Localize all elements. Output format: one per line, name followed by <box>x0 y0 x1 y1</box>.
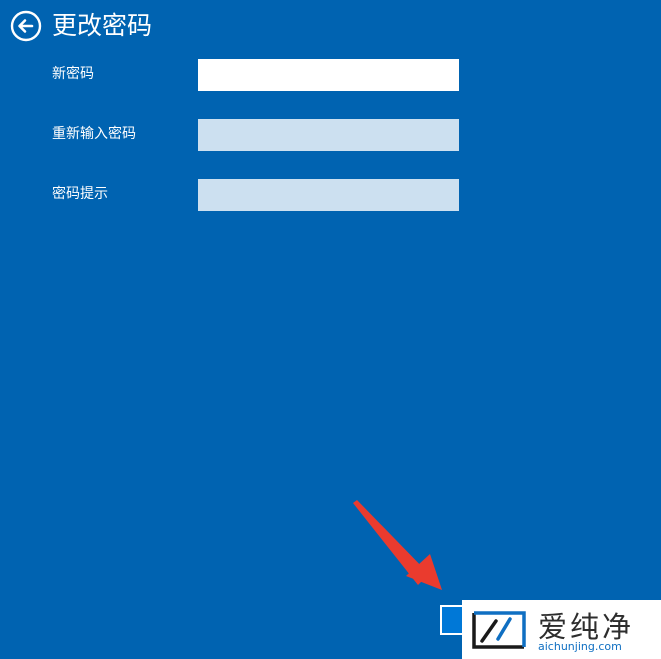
aichunjing-logo-icon <box>472 611 526 649</box>
confirm-password-input[interactable] <box>198 119 459 151</box>
password-hint-input[interactable] <box>198 179 459 211</box>
confirm-password-label: 重新输入密码 <box>52 126 136 142</box>
watermark-url: aichunjing.com <box>538 640 622 653</box>
password-hint-label: 密码提示 <box>52 186 108 202</box>
back-arrow-circle-icon <box>10 10 42 42</box>
page-title: 更改密码 <box>52 11 153 40</box>
new-password-input[interactable] <box>198 59 459 91</box>
red-arrow-annotation-icon <box>353 500 442 590</box>
header: 更改密码 <box>10 8 152 44</box>
back-button[interactable] <box>10 10 42 42</box>
next-button[interactable] <box>440 605 464 635</box>
new-password-label: 新密码 <box>52 66 94 82</box>
watermark: 爱纯净 aichunjing.com <box>462 600 661 659</box>
